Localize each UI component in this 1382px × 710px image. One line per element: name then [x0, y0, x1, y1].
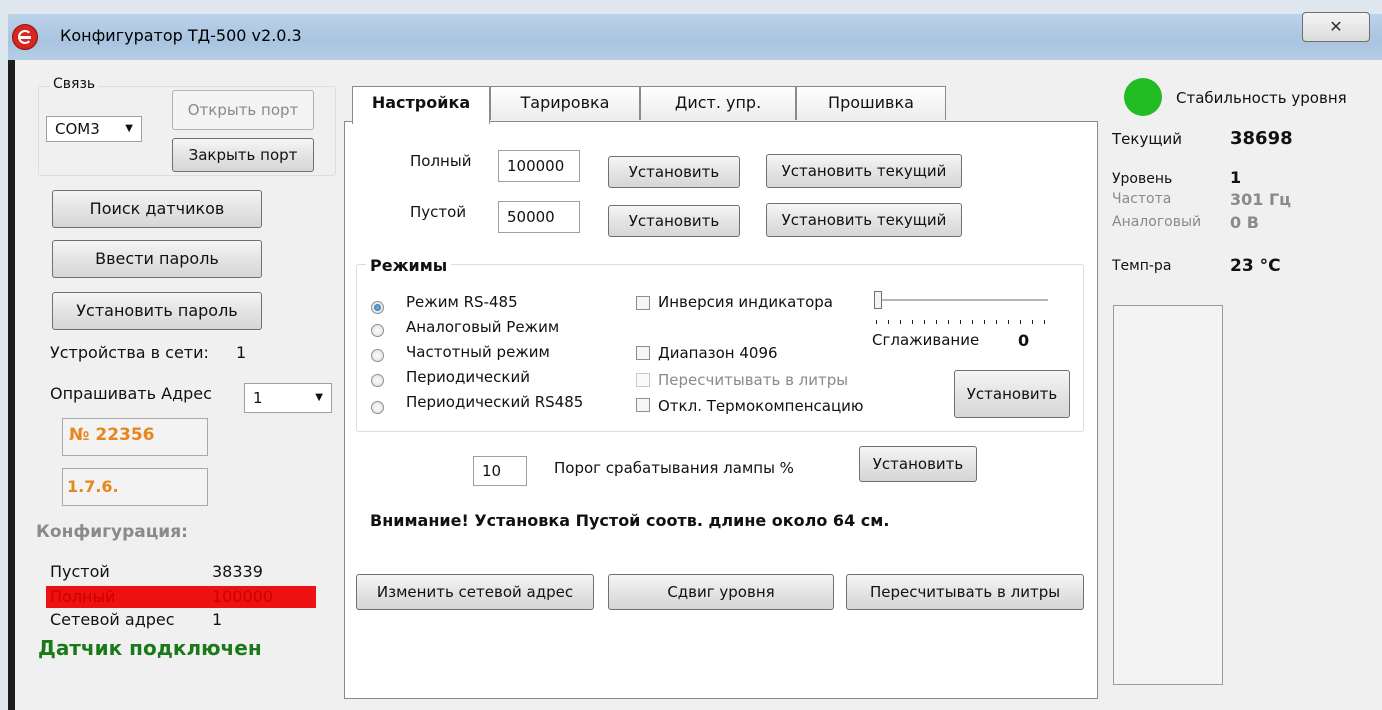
poll-address-value: 1 — [253, 389, 263, 407]
range-4096-checkbox[interactable] — [636, 346, 650, 360]
change-address-button[interactable]: Изменить сетевой адрес — [356, 574, 594, 610]
config-address-value: 1 — [212, 610, 223, 629]
poll-address-select[interactable]: 1 ▼ — [244, 383, 332, 413]
smoothing-value: 0 — [1018, 331, 1030, 350]
slider-track — [876, 299, 1048, 302]
level-value: 1 — [1230, 168, 1242, 187]
modes-heading: Режимы — [366, 256, 452, 275]
level-bar-gauge — [1113, 305, 1223, 685]
set-current-empty-button[interactable]: Установить текущий — [766, 203, 962, 237]
recalc-liters-checkbox[interactable] — [636, 373, 650, 387]
set-empty-button[interactable]: Установить — [608, 205, 740, 237]
stability-indicator-icon — [1124, 78, 1162, 116]
smoothing-label: Сглаживание — [872, 331, 980, 349]
connection-group-label: Связь — [50, 76, 99, 92]
tab-remote-control[interactable]: Дист. упр. — [640, 86, 796, 120]
disable-thermocomp-checkbox[interactable] — [636, 398, 650, 412]
frequency-label: Частота — [1112, 191, 1172, 207]
enter-password-button[interactable]: Ввести пароль — [52, 240, 262, 278]
full-input[interactable]: 100000 — [498, 150, 580, 182]
full-label: Полный — [410, 152, 472, 170]
set-password-button[interactable]: Установить пароль — [52, 292, 262, 330]
threshold-input[interactable]: 10 — [473, 456, 527, 486]
close-icon: ✕ — [1329, 17, 1343, 36]
tab-settings[interactable]: Настройка — [352, 86, 490, 124]
mode-periodic-radio[interactable] — [371, 374, 384, 387]
config-empty-label: Пустой — [50, 562, 110, 581]
chevron-down-icon: ▼ — [315, 392, 323, 403]
close-port-button[interactable]: Закрыть порт — [172, 138, 314, 172]
config-empty-value: 38339 — [212, 562, 263, 581]
empty-input[interactable]: 50000 — [498, 201, 580, 233]
port-select-value: COM3 — [55, 120, 100, 138]
current-label: Текущий — [1112, 130, 1182, 148]
devices-count: 1 — [236, 343, 247, 362]
disable-thermocomp-label: Откл. Термокомпенсацию — [658, 397, 864, 415]
threshold-set-button[interactable]: Установить — [859, 446, 977, 482]
temperature-label: Темп-ра — [1112, 258, 1172, 274]
modes-set-button[interactable]: Установить — [954, 370, 1070, 418]
open-port-button[interactable]: Открыть порт — [172, 90, 314, 130]
invert-indicator-label: Инверсия индикатора — [658, 293, 833, 311]
devices-label: Устройства в сети: — [50, 343, 209, 362]
search-sensors-button[interactable]: Поиск датчиков — [52, 190, 262, 228]
mode-frequency-label: Частотный режим — [406, 343, 550, 361]
mode-periodic-rs485-radio[interactable] — [371, 401, 384, 414]
tab-calibration[interactable]: Тарировка — [490, 86, 640, 120]
level-label: Уровень — [1112, 171, 1173, 187]
serial-number: № 22356 — [69, 425, 155, 445]
recalc-liters-label: Пересчитывать в литры — [658, 371, 849, 389]
set-full-button[interactable]: Установить — [608, 156, 740, 188]
calibration-warning: Внимание! Установка Пустой соотв. длине … — [370, 511, 890, 530]
mode-periodic-label: Периодический — [406, 368, 530, 386]
firmware-version: 1.7.6. — [67, 477, 119, 496]
temperature-value: 23 °C — [1230, 256, 1281, 276]
slider-thumb[interactable] — [874, 291, 882, 309]
window-frame-left — [8, 60, 15, 710]
current-value: 38698 — [1230, 128, 1293, 149]
frequency-value: 301 Гц — [1230, 190, 1292, 209]
analog-value: 0 В — [1230, 213, 1259, 232]
serial-number-field: № 22356 — [62, 418, 208, 456]
poll-address-label: Опрашивать Адрес — [50, 384, 212, 403]
mode-analog-radio[interactable] — [371, 324, 384, 337]
set-current-full-button[interactable]: Установить текущий — [766, 154, 962, 188]
config-full-label: Полный — [50, 587, 116, 606]
invert-indicator-checkbox[interactable] — [636, 296, 650, 310]
mode-rs485-radio[interactable] — [371, 301, 384, 314]
mode-periodic-rs485-label: Периодический RS485 — [406, 393, 584, 411]
config-full-value: 100000 — [212, 587, 274, 606]
tab-firmware[interactable]: Прошивка — [796, 86, 946, 120]
range-4096-label: Диапазон 4096 — [658, 344, 778, 362]
stability-label: Стабильность уровня — [1176, 89, 1347, 107]
chevron-down-icon: ▼ — [125, 123, 133, 134]
app-logo-icon — [12, 24, 38, 50]
mode-frequency-radio[interactable] — [371, 349, 384, 362]
config-address-label: Сетевой адрес — [50, 610, 175, 629]
connection-status: Датчик подключен — [38, 636, 262, 660]
recalc-liters-button[interactable]: Пересчитывать в литры — [846, 574, 1084, 610]
close-button[interactable]: ✕ — [1302, 12, 1370, 42]
analog-label: Аналоговый — [1112, 214, 1202, 230]
mode-analog-label: Аналоговый Режим — [406, 318, 560, 336]
window-title: Конфигуратор ТД-500 v2.0.3 — [60, 26, 302, 45]
level-shift-button[interactable]: Сдвиг уровня — [608, 574, 834, 610]
config-heading: Конфигурация: — [36, 522, 188, 542]
mode-rs485-label: Режим RS-485 — [406, 293, 518, 311]
threshold-label: Порог срабатывания лампы % — [554, 459, 794, 477]
port-select[interactable]: COM3 ▼ — [46, 116, 142, 142]
firmware-version-field: 1.7.6. — [62, 468, 208, 506]
empty-label: Пустой — [410, 203, 467, 221]
